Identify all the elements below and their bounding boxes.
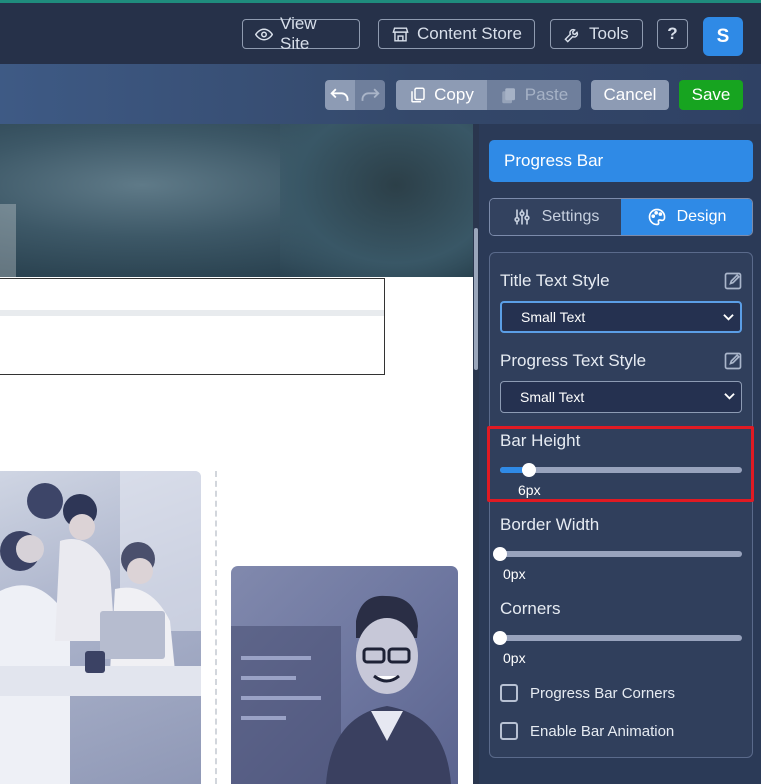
column-divider xyxy=(215,471,217,784)
progress-text-style-value: Small Text xyxy=(520,389,585,405)
tab-design[interactable]: Design xyxy=(621,199,752,235)
enable-bar-animation-checkbox[interactable] xyxy=(500,722,518,740)
enable-bar-animation-label[interactable]: Enable Bar Animation xyxy=(530,723,674,740)
help-button[interactable]: ? xyxy=(657,19,688,49)
undo-icon xyxy=(330,88,349,101)
progress-text-style-label: Progress Text Style xyxy=(500,351,647,370)
panel-tabs: Settings Design xyxy=(489,198,753,236)
page-canvas[interactable] xyxy=(0,124,473,784)
view-site-button[interactable]: View Site xyxy=(242,14,360,53)
corners-slider-thumb[interactable] xyxy=(493,631,507,645)
edit-title-style-icon[interactable] xyxy=(723,271,743,291)
undo-redo-group xyxy=(325,80,385,110)
tab-settings-label: Settings xyxy=(541,208,600,225)
properties-panel: Progress Bar Settings Design Title Text … xyxy=(479,124,761,784)
bar-height-slider-thumb[interactable] xyxy=(522,463,537,477)
eye-icon xyxy=(255,27,274,41)
content-store-button[interactable]: Content Store xyxy=(378,19,535,49)
design-properties: Title Text Style Small Text Progress Tex… xyxy=(487,252,754,758)
view-site-label: View Site xyxy=(280,14,317,53)
canvas-scrollbar-thumb[interactable] xyxy=(474,228,478,370)
smiling-man-photo xyxy=(231,566,458,784)
wrench-icon xyxy=(564,28,579,43)
paste-button[interactable]: Paste xyxy=(487,80,581,110)
border-width-slider[interactable] xyxy=(493,547,742,561)
title-text-style-label: Title Text Style xyxy=(500,271,610,290)
corners-value: 0px xyxy=(503,650,526,666)
progress-bar-corners-label[interactable]: Progress Bar Corners xyxy=(530,685,675,702)
paste-icon xyxy=(502,88,515,104)
redo-button[interactable] xyxy=(355,80,385,110)
team-meeting-photo xyxy=(0,471,201,784)
top-bar: View Site Content Store Tools ? S xyxy=(0,3,761,64)
redo-icon xyxy=(361,88,380,101)
content-store-label: Content Store xyxy=(417,24,522,43)
save-button[interactable]: Save xyxy=(679,80,743,110)
copy-icon xyxy=(411,87,425,103)
chevron-down-icon xyxy=(724,393,735,400)
palette-icon xyxy=(648,208,665,226)
hero-image xyxy=(0,124,473,277)
sliders-icon xyxy=(513,209,530,225)
undo-button[interactable] xyxy=(325,80,355,110)
copy-button[interactable]: Copy xyxy=(396,80,487,110)
corners-label: Corners xyxy=(500,599,561,618)
border-width-label: Border Width xyxy=(500,515,600,534)
corners-slider[interactable] xyxy=(493,631,742,645)
panel-title: Progress Bar xyxy=(489,140,753,182)
bar-height-value: 6px xyxy=(518,482,541,498)
tab-design-label: Design xyxy=(676,208,727,225)
hero-image-edge xyxy=(0,204,16,277)
border-width-slider-thumb[interactable] xyxy=(493,547,507,561)
tools-button[interactable]: Tools xyxy=(550,19,643,49)
store-icon xyxy=(392,26,409,42)
edit-toolbar: Copy Paste Cancel Save xyxy=(0,64,761,124)
chevron-down-icon xyxy=(723,314,734,321)
progress-text-style-select[interactable]: Small Text xyxy=(500,381,742,413)
title-text-style-value: Small Text xyxy=(521,309,586,325)
title-text-style-select[interactable]: Small Text xyxy=(500,301,742,333)
tab-settings[interactable]: Settings xyxy=(490,199,621,235)
copy-label: Copy xyxy=(434,85,474,104)
border-width-value: 0px xyxy=(503,566,526,582)
bar-height-label: Bar Height xyxy=(500,431,581,450)
progress-bar-corners-checkbox[interactable] xyxy=(500,684,518,702)
cancel-button[interactable]: Cancel xyxy=(591,80,669,110)
paste-label: Paste xyxy=(524,85,569,104)
selected-progress-bar-block[interactable] xyxy=(0,278,385,375)
user-avatar[interactable]: S xyxy=(703,17,743,56)
tools-label: Tools xyxy=(589,24,629,43)
bar-height-slider[interactable] xyxy=(500,463,742,477)
edit-progress-style-icon[interactable] xyxy=(723,351,743,371)
progress-bar-preview xyxy=(0,310,384,316)
